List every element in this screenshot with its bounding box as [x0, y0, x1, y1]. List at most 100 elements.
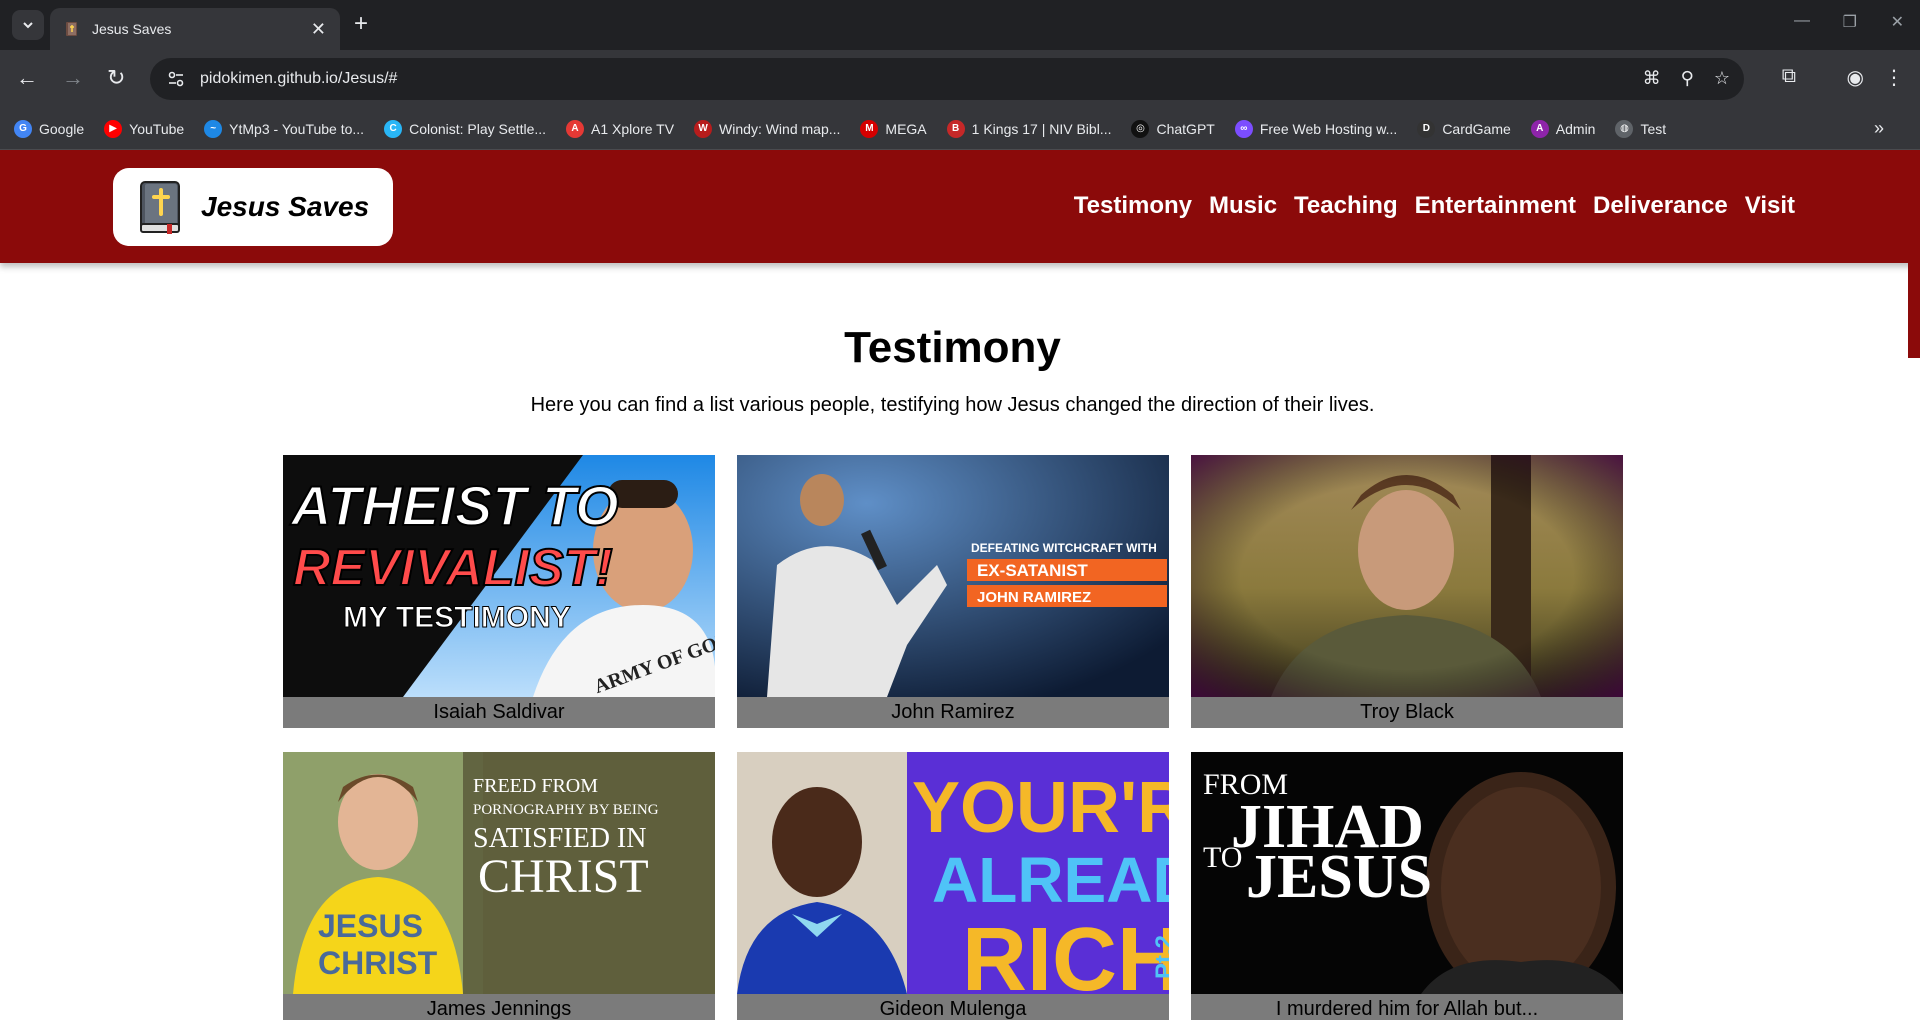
address-bar[interactable]: pidokimen.github.io/Jesus/# ⌘ ⚲ ☆	[150, 58, 1744, 100]
thumb-text: JOHN RAMIREZ	[977, 589, 1091, 606]
bookmarks-list: G Google ▶ YouTube ~ YtMp3 - YouTube to... C Co…	[14, 119, 1686, 138]
testimony-card[interactable]: ATHEIST TO REVIVALIST! MY TESTIMONY ARMY…	[283, 455, 715, 728]
testimony-card[interactable]: Troy Black	[1191, 455, 1623, 728]
bookmarks-bar: G Google ▶ YouTube ~ YtMp3 - YouTube to... C Co…	[0, 108, 1920, 150]
bookmark-item[interactable]: G Google	[14, 119, 84, 138]
bookmark-label: A1 Xplore TV	[591, 120, 675, 137]
testimony-card[interactable]: FREED FROM PORNOGRAPHY BY BEING SATISFIE…	[283, 752, 715, 1020]
nav-testimony[interactable]: Testimony	[1074, 192, 1192, 220]
bookmark-label: Admin	[1555, 120, 1596, 137]
bookmark-item[interactable]: C Colonist: Play Settle...	[384, 119, 546, 138]
thumb-text: ALREADY	[932, 844, 1169, 916]
bookmark-favicon-icon: D	[1417, 119, 1436, 138]
chevron-down-icon	[23, 22, 33, 29]
thumb-text: JESUS	[318, 908, 423, 944]
profile-icon[interactable]: ◉	[1847, 65, 1864, 90]
nav-visit[interactable]: Visit	[1745, 192, 1795, 220]
card-caption[interactable]: I murdered him for Allah but...	[1191, 994, 1623, 1020]
site-info-icon[interactable]	[164, 67, 188, 91]
site-header: Jesus Saves Testimony Music Teaching Ent…	[0, 150, 1920, 263]
bookmark-label: Windy: Wind map...	[719, 120, 841, 137]
bookmark-item[interactable]: ◍ Test	[1615, 119, 1667, 138]
bookmark-favicon-icon: M	[860, 119, 879, 138]
tab-search-button[interactable]	[12, 10, 44, 40]
nav-entertainment[interactable]: Entertainment	[1415, 192, 1576, 220]
thumb-text: JESUS	[1246, 843, 1432, 911]
bookmark-favicon-icon: ∞	[1234, 119, 1253, 138]
video-thumbnail[interactable]	[1191, 455, 1623, 697]
close-window-icon[interactable]: ✕	[1891, 12, 1904, 32]
back-icon[interactable]: ←	[16, 67, 38, 89]
minimize-icon[interactable]: —	[1794, 12, 1810, 30]
thumb-text: EX-SATANIST	[977, 561, 1088, 580]
thumb-text: ATHEIST TO	[289, 474, 619, 537]
testimony-card[interactable]: YOUR'RE ALREADY RICH Pt.2 Gideon Mulenga	[737, 752, 1169, 1020]
logo-text: Jesus Saves	[201, 191, 370, 222]
bookmark-label: YouTube	[129, 120, 185, 137]
bookmark-favicon-icon: W	[694, 119, 713, 138]
thumb-text: MY TESTIMONY	[343, 601, 571, 634]
card-caption[interactable]: Troy Black	[1191, 697, 1623, 728]
nav-music[interactable]: Music	[1209, 192, 1277, 220]
bookmark-favicon-icon: G	[14, 119, 32, 138]
bookmark-item[interactable]: ∞ Free Web Hosting w...	[1234, 119, 1398, 138]
bookmark-favicon-icon: ◎	[1131, 119, 1150, 138]
thumb-text: DEFEATING WITCHCRAFT WITH	[971, 541, 1157, 555]
bookmark-item[interactable]: D CardGame	[1417, 119, 1511, 138]
thumb-text: REVIVALIST!	[293, 539, 613, 597]
extensions-icon[interactable]: ⧉	[1782, 65, 1796, 88]
more-bookmarks-icon[interactable]: »	[1874, 118, 1884, 139]
tab-title: Jesus Saves	[92, 21, 172, 37]
bookmark-item[interactable]: B 1 Kings 17 | NIV Bibl...	[946, 119, 1112, 138]
restore-icon[interactable]: ❐	[1843, 12, 1857, 32]
zoom-icon[interactable]: ⚲	[1681, 68, 1694, 89]
bookmark-item[interactable]: A A1 Xplore TV	[566, 119, 675, 138]
bookmark-label: CardGame	[1442, 120, 1511, 137]
testimony-card[interactable]: DEFEATING WITCHCRAFT WITH EX-SATANIST JO…	[737, 455, 1169, 728]
bookmark-item[interactable]: ◎ ChatGPT	[1131, 119, 1215, 138]
bookmark-favicon-icon: C	[384, 119, 403, 138]
nav-deliverance[interactable]: Deliverance	[1593, 192, 1728, 220]
card-caption[interactable]: James Jennings	[283, 994, 715, 1020]
video-thumbnail[interactable]: FROM JIHAD TO JESUS	[1191, 752, 1623, 994]
bookmark-label: ChatGPT	[1156, 120, 1215, 137]
bookmark-star-icon[interactable]: ☆	[1714, 68, 1730, 89]
bookmark-item[interactable]: M MEGA	[860, 119, 927, 138]
translate-icon[interactable]: ⌘	[1643, 68, 1661, 89]
bookmark-label: Free Web Hosting w...	[1259, 120, 1398, 137]
bookmark-item[interactable]: W Windy: Wind map...	[694, 119, 841, 138]
bookmark-label: 1 Kings 17 | NIV Bibl...	[971, 120, 1112, 137]
bookmark-favicon-icon: B	[946, 119, 965, 138]
forward-icon[interactable]: →	[62, 67, 84, 89]
new-tab-button[interactable]: +	[354, 12, 368, 36]
bookmark-item[interactable]: A Admin	[1530, 119, 1596, 138]
browser-toolbar: ← → ↻ pidokimen.github.io/Jesus/# ⌘ ⚲ ☆ …	[0, 50, 1920, 108]
card-caption[interactable]: John Ramirez	[737, 697, 1169, 728]
thumb-text: CHRIST	[478, 850, 649, 903]
bookmark-label: MEGA	[885, 120, 927, 137]
bookmark-item[interactable]: ▶ YouTube	[104, 119, 185, 138]
nav-teaching[interactable]: Teaching	[1294, 192, 1398, 220]
thumb-text: CHRIST	[318, 945, 438, 981]
page-scrollbar-thumb[interactable]	[1908, 263, 1920, 358]
bookmark-label: Test	[1640, 120, 1667, 137]
thumb-text: TO	[1203, 841, 1242, 874]
thumb-text: YOUR'RE	[912, 768, 1169, 848]
video-thumbnail[interactable]: YOUR'RE ALREADY RICH Pt.2	[737, 752, 1169, 994]
card-caption[interactable]: Gideon Mulenga	[737, 994, 1169, 1020]
browser-tab[interactable]: Jesus Saves ✕	[50, 8, 340, 50]
video-thumbnail[interactable]: ATHEIST TO REVIVALIST! MY TESTIMONY ARMY…	[283, 455, 715, 697]
bookmark-favicon-icon: ~	[204, 119, 223, 138]
site-logo[interactable]: Jesus Saves	[113, 168, 393, 246]
card-caption[interactable]: Isaiah Saldivar	[283, 697, 715, 728]
video-thumbnail[interactable]: DEFEATING WITCHCRAFT WITH EX-SATANIST JO…	[737, 455, 1169, 697]
bookmark-favicon-icon: A	[566, 119, 585, 138]
section-title: Testimony	[844, 323, 1061, 372]
testimony-card[interactable]: FROM JIHAD TO JESUS I murdered him for A…	[1191, 752, 1623, 1020]
menu-icon[interactable]: ⋮	[1884, 65, 1904, 90]
bookmark-item[interactable]: ~ YtMp3 - YouTube to...	[204, 119, 364, 138]
bookmark-favicon-icon: ▶	[104, 119, 123, 138]
close-tab-icon[interactable]: ✕	[311, 19, 326, 40]
video-thumbnail[interactable]: FREED FROM PORNOGRAPHY BY BEING SATISFIE…	[283, 752, 715, 994]
reload-icon[interactable]: ↻	[107, 67, 125, 89]
